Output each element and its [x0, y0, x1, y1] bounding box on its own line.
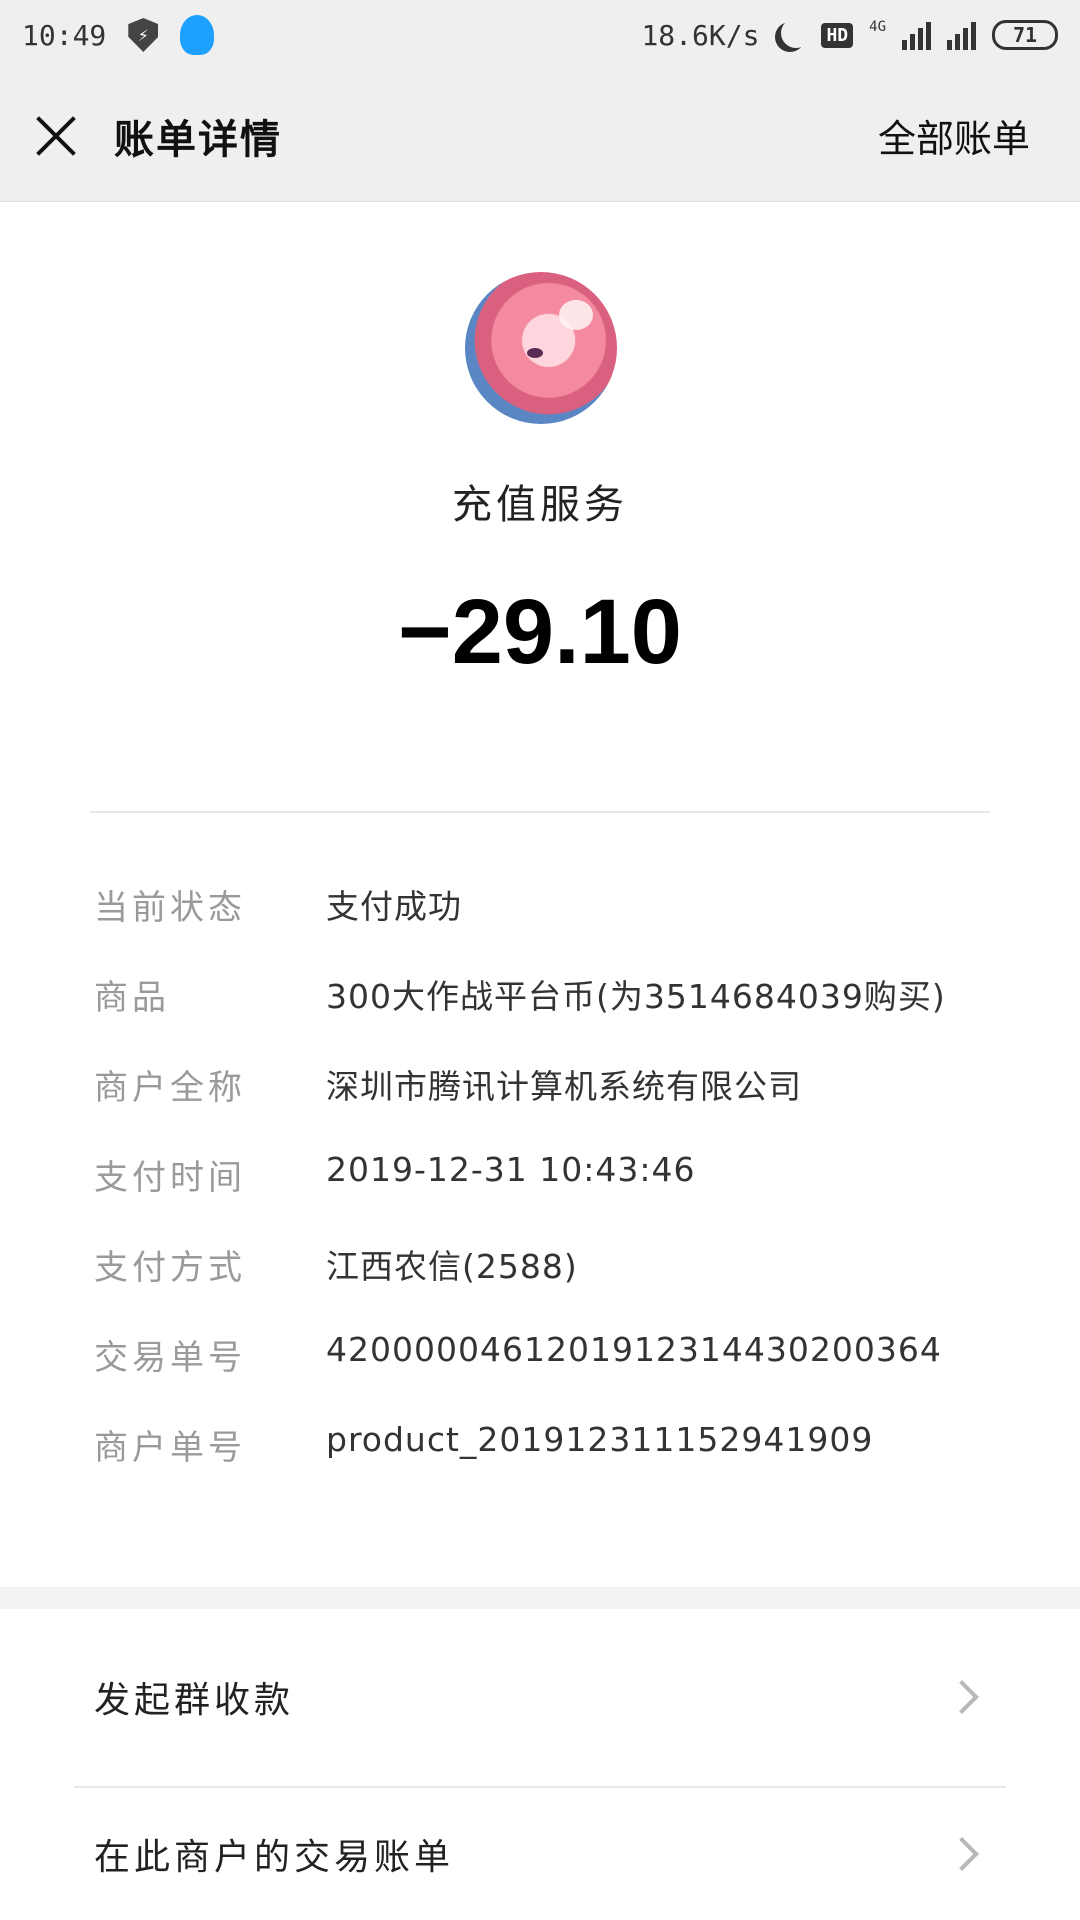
- status-bar: 10:49 ⚡ 18.6K/s HD 4G 71: [0, 0, 1080, 70]
- detail-label: 支付方式: [94, 1248, 246, 1288]
- detail-row-merchant: 商户全称 深圳市腾讯计算机系统有限公司: [94, 1060, 1014, 1150]
- qq-penguin-icon: [180, 15, 215, 55]
- detail-label: 支付时间: [94, 1158, 246, 1198]
- action-label: 在此商户的交易账单: [94, 1837, 455, 1878]
- shield-icon: ⚡: [128, 18, 159, 52]
- detail-row-pay-time: 支付时间 2019-12-31 10:43:46: [94, 1150, 1014, 1240]
- group-collect-button[interactable]: 发起群收款: [0, 1612, 1080, 1782]
- detail-label: 商户全称: [94, 1068, 246, 1108]
- clock: 10:49: [22, 18, 107, 52]
- detail-label: 当前状态: [94, 888, 246, 928]
- detail-value: 2019-12-31 10:43:46: [326, 1150, 696, 1189]
- detail-row-status: 当前状态 支付成功: [94, 880, 1014, 970]
- detail-value: product_201912311152941909: [326, 1420, 874, 1459]
- avatar-eye: [527, 348, 543, 358]
- hd-badge: HD: [821, 22, 854, 48]
- title-bar: 账单详情 全部账单: [0, 70, 1080, 202]
- close-icon[interactable]: [34, 114, 78, 158]
- section-separator: [0, 1587, 1080, 1609]
- detail-list: 当前状态 支付成功 商品 300大作战平台币(为3514684039购买) 商户…: [94, 880, 1014, 1510]
- merchant-bills-button[interactable]: 在此商户的交易账单: [0, 1788, 1080, 1920]
- detail-value: 江西农信(2588): [326, 1247, 578, 1286]
- network-type: 4G: [869, 18, 886, 35]
- avatar-bow: [559, 300, 593, 330]
- moon-icon: [781, 18, 811, 48]
- all-bills-button[interactable]: 全部账单: [878, 108, 1046, 163]
- detail-row-transaction-id: 交易单号 4200000461201912314430200364: [94, 1330, 1014, 1420]
- battery-icon: 71: [992, 20, 1058, 50]
- detail-value: 4200000461201912314430200364: [326, 1330, 942, 1369]
- detail-value: 深圳市腾讯计算机系统有限公司: [326, 1067, 802, 1106]
- detail-label: 商户单号: [94, 1428, 246, 1468]
- action-label: 发起群收款: [94, 1680, 295, 1721]
- detail-label: 商品: [94, 978, 170, 1018]
- page-title: 账单详情: [114, 116, 282, 163]
- transaction-amount: −29.10: [398, 581, 682, 683]
- network-speed: 18.6K/s: [641, 18, 760, 52]
- detail-value: 300大作战平台币(为3514684039购买): [326, 977, 946, 1016]
- battery-level: 71: [1012, 23, 1038, 47]
- merchant-name: 充值服务: [452, 482, 628, 528]
- detail-row-pay-method: 支付方式 江西农信(2588): [94, 1240, 1014, 1330]
- divider: [90, 811, 990, 813]
- signal-icon: [902, 20, 931, 50]
- merchant-avatar: [465, 272, 617, 424]
- detail-row-merchant-order-id: 商户单号 product_201912311152941909: [94, 1420, 1014, 1510]
- chevron-right-icon: [945, 1680, 979, 1714]
- chevron-right-icon: [945, 1837, 979, 1871]
- detail-label: 交易单号: [94, 1338, 246, 1378]
- detail-value: 支付成功: [326, 887, 462, 926]
- signal-icon: [947, 20, 976, 50]
- detail-row-product: 商品 300大作战平台币(为3514684039购买): [94, 970, 1014, 1060]
